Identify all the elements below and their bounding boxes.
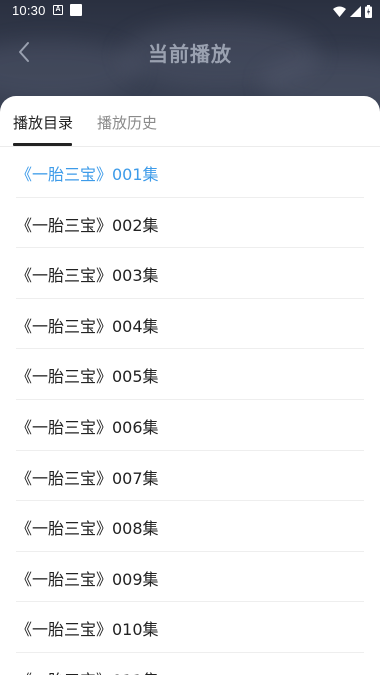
episode-label: 《一胎三宝》011集 xyxy=(16,667,159,675)
episode-label: 《一胎三宝》010集 xyxy=(16,620,159,640)
list-item[interactable]: 《一胎三宝》006集 xyxy=(16,400,364,451)
list-item[interactable]: 《一胎三宝》011集 xyxy=(16,653,364,675)
episode-label: 《一胎三宝》008集 xyxy=(16,519,159,539)
list-item[interactable]: 《一胎三宝》005集 xyxy=(16,349,364,400)
status-time: 10:30 xyxy=(12,3,46,18)
list-item[interactable]: 《一胎三宝》010集 xyxy=(16,602,364,653)
list-item[interactable]: 《一胎三宝》007集 xyxy=(16,451,364,502)
episode-label: 《一胎三宝》006集 xyxy=(16,417,159,437)
notification-icon: A xyxy=(53,5,63,15)
signal-icon xyxy=(350,5,361,17)
page-title: 当前播放 xyxy=(148,42,232,66)
tab-history[interactable]: 播放历史 xyxy=(97,112,157,133)
list-item[interactable]: 《一胎三宝》009集 xyxy=(16,552,364,603)
list-item[interactable]: 《一胎三宝》001集 xyxy=(16,147,364,198)
episode-label: 《一胎三宝》002集 xyxy=(16,215,159,235)
status-right-icons xyxy=(333,4,372,18)
episode-label: 《一胎三宝》004集 xyxy=(16,316,159,336)
episode-label: 《一胎三宝》009集 xyxy=(16,569,159,589)
episode-label: 《一胎三宝》005集 xyxy=(16,367,159,387)
playlist-sheet: 播放目录 播放历史 《一胎三宝》001集 《一胎三宝》002集 《一胎三宝》00… xyxy=(0,96,380,675)
list-item[interactable]: 《一胎三宝》004集 xyxy=(16,299,364,350)
nav-bar: 当前播放 xyxy=(0,22,380,82)
list-item[interactable]: 《一胎三宝》003集 xyxy=(16,248,364,299)
episode-list: 《一胎三宝》001集 《一胎三宝》002集 《一胎三宝》003集 《一胎三宝》0… xyxy=(0,147,380,675)
tab-active-indicator xyxy=(13,143,72,146)
episode-label: 《一胎三宝》007集 xyxy=(16,468,159,488)
wifi-icon xyxy=(333,6,346,17)
episode-label: 《一胎三宝》003集 xyxy=(16,266,159,286)
status-bar: 10:30 A xyxy=(0,0,380,22)
battery-icon xyxy=(365,4,372,18)
episode-label: 《一胎三宝》001集 xyxy=(16,165,159,184)
square-notification-icon xyxy=(70,4,82,16)
tab-playlist[interactable]: 播放目录 xyxy=(13,112,73,133)
list-item[interactable]: 《一胎三宝》008集 xyxy=(16,501,364,552)
tab-bar: 播放目录 播放历史 xyxy=(0,96,380,147)
list-item[interactable]: 《一胎三宝》002集 xyxy=(16,198,364,249)
